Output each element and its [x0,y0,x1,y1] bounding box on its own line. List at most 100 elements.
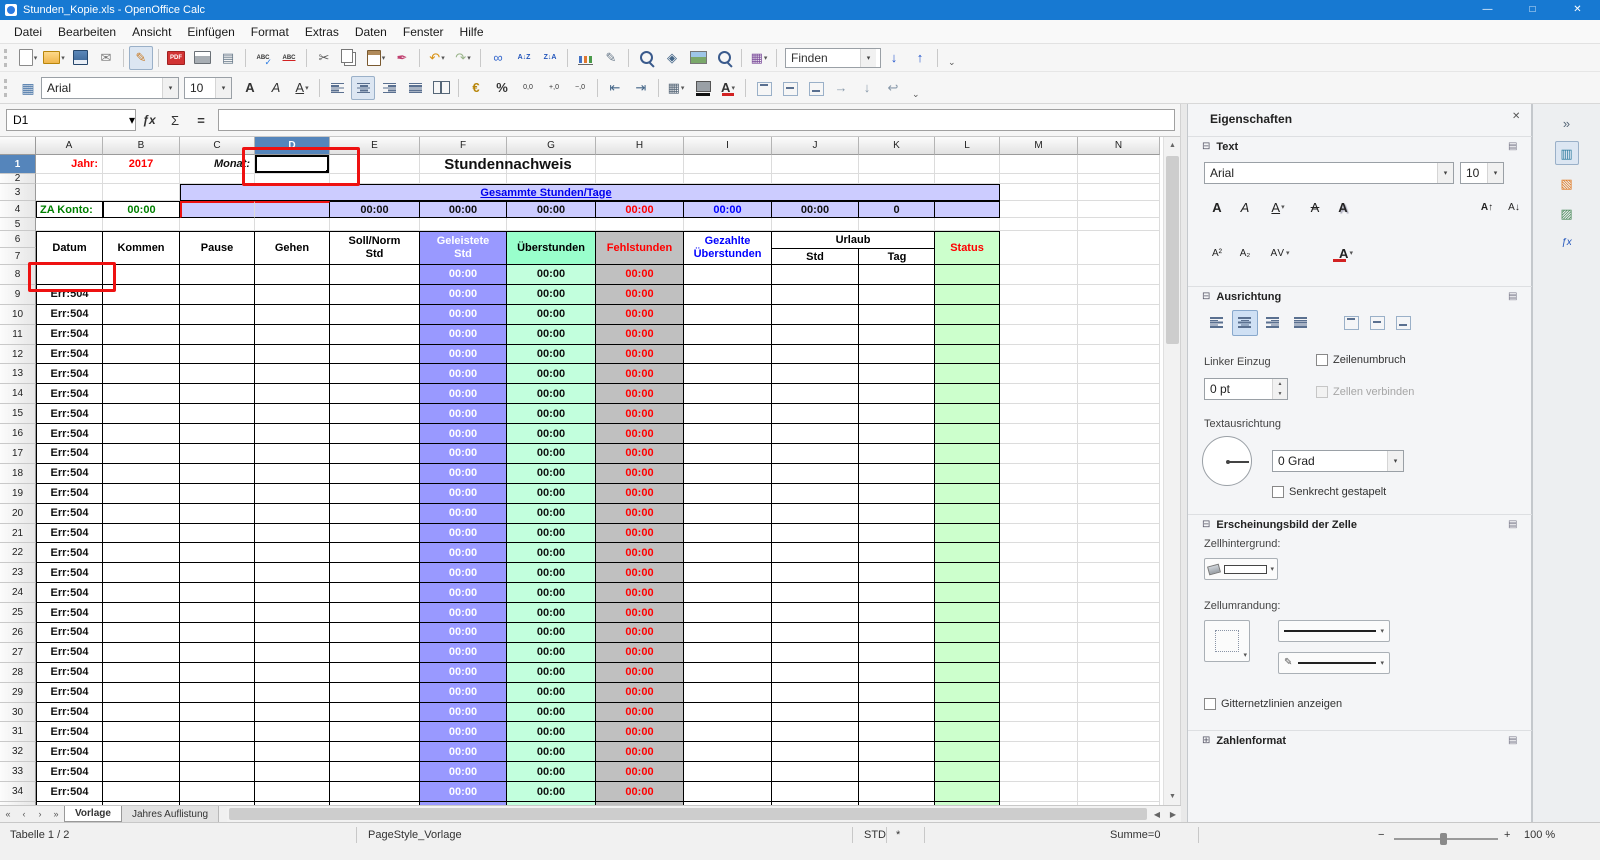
header-kommen[interactable]: Kommen [103,231,180,265]
cell-n12[interactable] [1078,345,1160,365]
cell-j29[interactable] [772,683,859,703]
cell-a17[interactable]: Err:504 [36,444,103,464]
row-header-31[interactable]: 31 [0,722,36,742]
rotation-combo[interactable]: 0 Grad ▾ [1272,450,1404,472]
cell-i14[interactable] [684,384,772,404]
cell-n33[interactable] [1078,762,1160,782]
cell-h24[interactable]: 00:00 [596,583,684,603]
cell-c25[interactable] [180,603,255,623]
cell-m13[interactable] [1000,364,1078,384]
menu-item-einf-gen[interactable]: Einfügen [179,22,242,42]
minimize-button[interactable]: — [1465,0,1510,20]
row-header-9[interactable]: 9 [0,285,36,305]
cell-k20[interactable] [859,504,935,524]
cell-g33[interactable]: 00:00 [507,762,596,782]
cell-k12[interactable] [859,345,935,365]
column-header-b[interactable]: B [103,137,180,155]
cell-l29[interactable] [935,683,1000,703]
cell-j23[interactable] [772,563,859,583]
cell-n9[interactable] [1078,285,1160,305]
section-header-cell-appearance[interactable]: ⊟ Erscheinungsbild der Zelle ▤ [1188,514,1532,534]
zeilenumbruch-checkbox[interactable]: Zeilenumbruch [1316,354,1406,366]
gallery-tab-icon[interactable]: ▨ [1555,201,1579,225]
cell-g18[interactable]: 00:00 [507,464,596,484]
cell-d25[interactable] [255,603,330,623]
cell-h32[interactable]: 00:00 [596,742,684,762]
vertical-scrollbar[interactable]: ▲ ▼ [1163,137,1180,805]
cell-n10[interactable] [1078,305,1160,325]
cell-c33[interactable] [180,762,255,782]
cell-a5[interactable] [36,218,103,231]
cell-d12[interactable] [255,345,330,365]
cell-d24[interactable] [255,583,330,603]
formula-icon[interactable]: = [189,109,213,131]
add-decimal-icon[interactable]: +,0 [542,76,566,100]
cell-h5[interactable] [596,218,684,231]
cell-e14[interactable] [330,384,420,404]
cell-m3[interactable] [1000,184,1078,201]
cell-g31[interactable]: 00:00 [507,722,596,742]
cell-c2[interactable] [180,174,255,184]
cell-e32[interactable] [330,742,420,762]
cell-a12[interactable]: Err:504 [36,345,103,365]
cell-j34[interactable] [772,782,859,802]
cell-g12[interactable]: 00:00 [507,345,596,365]
cell-l24[interactable] [935,583,1000,603]
cell-g29[interactable]: 00:00 [507,683,596,703]
cell-i8[interactable] [684,265,772,285]
cell-d19[interactable] [255,484,330,504]
cell-a13[interactable]: Err:504 [36,364,103,384]
cell-e21[interactable] [330,524,420,544]
cell-c21[interactable] [180,524,255,544]
cell-l11[interactable] [935,325,1000,345]
row-header-15[interactable]: 15 [0,404,36,424]
cell-l32[interactable] [935,742,1000,762]
cell-m9[interactable] [1000,285,1078,305]
sidebar-align-center-button[interactable] [1232,310,1258,336]
cell-f19[interactable]: 00:00 [420,484,507,504]
header-urlaub-tag[interactable]: Tag [859,249,935,264]
cell-i2[interactable] [684,174,772,184]
cell-e15[interactable] [330,404,420,424]
cell-i19[interactable] [684,484,772,504]
header-geleistete-std[interactable]: Geleistete Std [420,231,507,265]
cell-e24[interactable] [330,583,420,603]
cell-j30[interactable] [772,703,859,723]
cell-i34[interactable] [684,782,772,802]
row-header-6[interactable]: 6 [0,231,36,248]
cell-b32[interactable] [103,742,180,762]
cell-g14[interactable]: 00:00 [507,384,596,404]
cell-i33[interactable] [684,762,772,782]
cell-f25[interactable]: 00:00 [420,603,507,623]
cell-b23[interactable] [103,563,180,583]
sidebar-center-vertically-button[interactable] [1364,310,1390,336]
cell-k8[interactable] [859,265,935,285]
column-header-f[interactable]: F [420,137,507,155]
cell-a18[interactable]: Err:504 [36,464,103,484]
cell-c31[interactable] [180,722,255,742]
table-grid-icon[interactable]: ▦ [16,76,40,100]
cell-k29[interactable] [859,683,935,703]
cell-k24[interactable] [859,583,935,603]
cell-i1[interactable] [684,155,772,174]
header-soll-norm-std[interactable]: Soll/Norm Std [330,231,420,265]
cell-c23[interactable] [180,563,255,583]
cell-m34[interactable] [1000,782,1078,802]
text-direction-ttb-icon[interactable]: ↓ [855,76,879,100]
align-top-icon[interactable] [751,76,775,100]
cell-a33[interactable]: Err:504 [36,762,103,782]
cell-m14[interactable] [1000,384,1078,404]
row-header-20[interactable]: 20 [0,504,36,524]
cell-l10[interactable] [935,305,1000,325]
cell-k18[interactable] [859,464,935,484]
cell-l2[interactable] [935,174,1000,184]
cell-j28[interactable] [772,663,859,683]
cell-b24[interactable] [103,583,180,603]
sidebar-bold-button[interactable] [1204,194,1230,220]
cell-e29[interactable] [330,683,420,703]
cell-e31[interactable] [330,722,420,742]
cell-f15[interactable]: 00:00 [420,404,507,424]
cell-a21[interactable]: Err:504 [36,524,103,544]
sidebar-collapse-icon[interactable]: » [1555,111,1579,135]
cell-b16[interactable] [103,424,180,444]
